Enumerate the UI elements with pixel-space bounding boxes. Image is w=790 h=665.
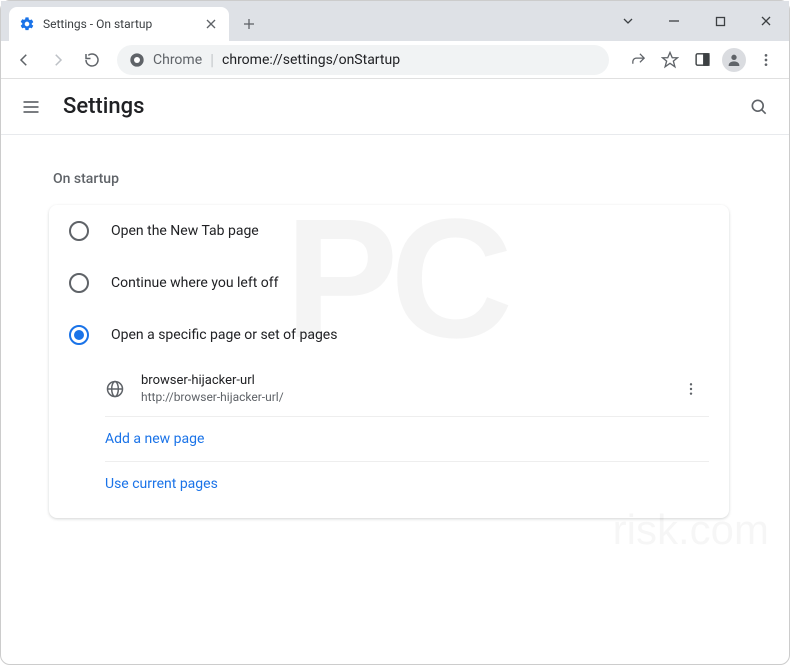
search-settings-button[interactable]: [747, 95, 771, 119]
radio-label: Open a specific page or set of pages: [111, 327, 337, 343]
page-entry: browser-hijacker-url http://browser-hija…: [105, 361, 709, 417]
page-entry-url: http://browser-hijacker-url/: [141, 390, 663, 404]
reload-button[interactable]: [77, 45, 107, 75]
section-label: On startup: [53, 171, 769, 187]
radio-new-tab[interactable]: Open the New Tab page: [49, 205, 729, 257]
settings-gear-icon: [19, 16, 35, 32]
address-bar[interactable]: Chrome | chrome://settings/onStartup: [117, 45, 609, 75]
omnibox-origin: Chrome: [153, 52, 202, 68]
tab-search-button[interactable]: [605, 1, 651, 41]
settings-content: On startup Open the New Tab page Continu…: [1, 135, 789, 558]
share-button[interactable]: [623, 45, 653, 75]
radio-icon: [69, 221, 89, 241]
tab-title: Settings - On startup: [43, 17, 195, 31]
browser-toolbar: Chrome | chrome://settings/onStartup: [1, 41, 789, 79]
window-controls: [605, 1, 789, 41]
radio-icon: [69, 273, 89, 293]
add-new-page-link[interactable]: Add a new page: [105, 417, 709, 462]
back-button[interactable]: [9, 45, 39, 75]
browser-tab[interactable]: Settings - On startup: [9, 7, 229, 41]
minimize-button[interactable]: [651, 1, 697, 41]
close-tab-button[interactable]: [203, 16, 219, 32]
side-panel-button[interactable]: [687, 45, 717, 75]
startup-card: Open the New Tab page Continue where you…: [49, 205, 729, 518]
use-current-pages-link[interactable]: Use current pages: [105, 462, 709, 510]
bookmark-button[interactable]: [655, 45, 685, 75]
forward-button[interactable]: [43, 45, 73, 75]
close-window-button[interactable]: [743, 1, 789, 41]
omnibox-separator: |: [210, 50, 214, 69]
menu-button[interactable]: [19, 95, 43, 119]
radio-icon: [69, 325, 89, 345]
new-tab-button[interactable]: [235, 10, 263, 38]
window-titlebar: Settings - On startup: [1, 1, 789, 41]
radio-continue[interactable]: Continue where you left off: [49, 257, 729, 309]
omnibox-url: chrome://settings/onStartup: [222, 52, 400, 68]
globe-icon: [105, 379, 125, 399]
radio-label: Open the New Tab page: [111, 223, 259, 239]
chrome-menu-button[interactable]: [751, 45, 781, 75]
settings-header: Settings: [1, 79, 789, 135]
profile-button[interactable]: [719, 45, 749, 75]
radio-label: Continue where you left off: [111, 275, 279, 291]
page-title: Settings: [63, 94, 727, 119]
specific-pages-list: browser-hijacker-url http://browser-hija…: [49, 361, 729, 518]
radio-specific-pages[interactable]: Open a specific page or set of pages: [49, 309, 729, 361]
maximize-button[interactable]: [697, 1, 743, 41]
chrome-site-icon: [129, 52, 145, 68]
page-entry-more-button[interactable]: [679, 377, 703, 401]
page-entry-title: browser-hijacker-url: [141, 373, 663, 388]
